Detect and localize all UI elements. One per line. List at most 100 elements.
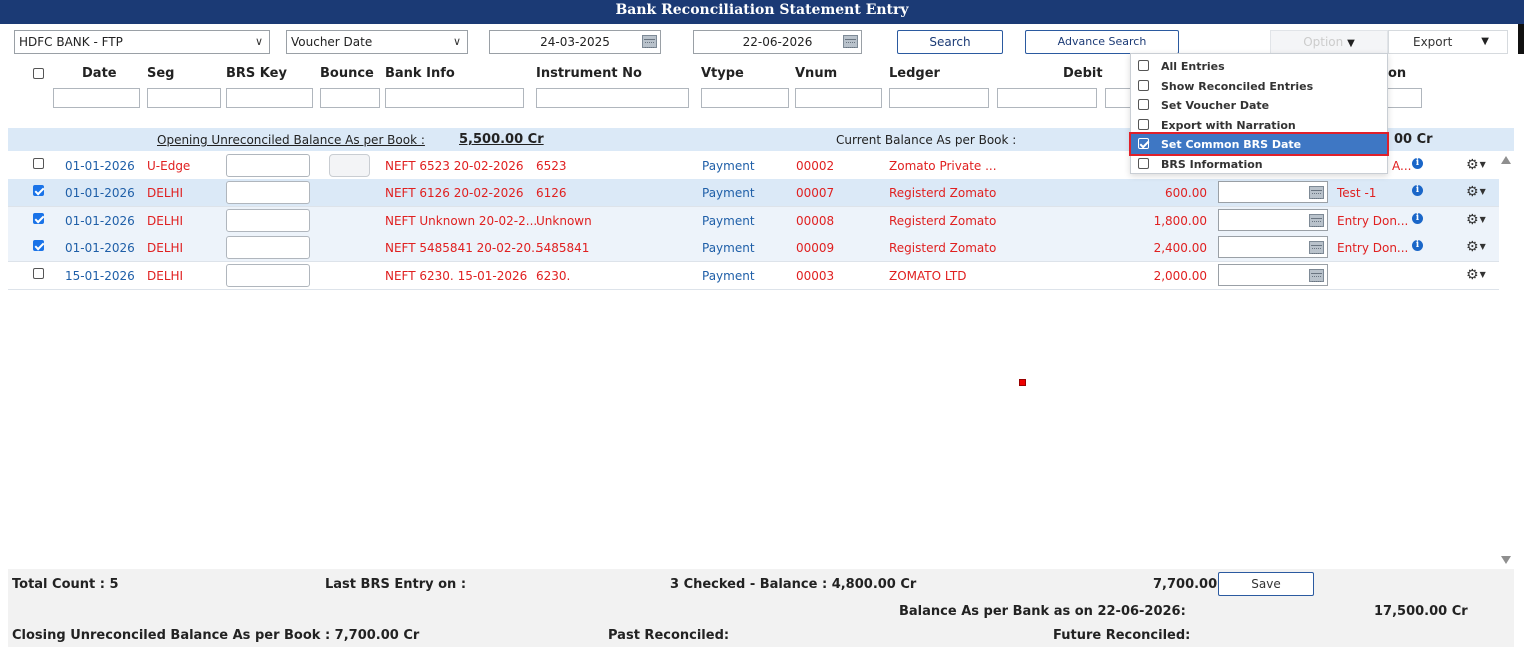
filter-narration-input[interactable] bbox=[1385, 88, 1422, 108]
col-vnum[interactable]: Vnum bbox=[795, 66, 837, 81]
col-ledger[interactable]: Ledger bbox=[889, 66, 940, 81]
gear-icon[interactable]: ⚙▼ bbox=[1466, 184, 1486, 200]
footer-panel: Total Count : 5 Last BRS Entry on : 3 Ch… bbox=[8, 569, 1514, 647]
row-date[interactable]: 01-01-2026 bbox=[65, 214, 135, 228]
filter-vnum-input[interactable] bbox=[795, 88, 882, 108]
save-button[interactable]: Save bbox=[1218, 572, 1314, 596]
table-row[interactable]: 01-01-2026 DELHI NEFT 5485841 20-02-20... 5… bbox=[8, 234, 1499, 262]
bank-select[interactable]: HDFC BANK - FTP ∨ bbox=[14, 30, 270, 54]
option-checkbox[interactable] bbox=[1138, 158, 1149, 169]
col-debit[interactable]: Debit bbox=[1063, 66, 1103, 81]
col-vtype[interactable]: Vtype bbox=[701, 66, 744, 81]
row-narration: Test -1 bbox=[1337, 186, 1377, 200]
table-scrollbar[interactable] bbox=[1500, 152, 1513, 568]
option-checkbox[interactable] bbox=[1138, 80, 1149, 91]
from-date-field[interactable]: 24-03-2025 bbox=[489, 30, 661, 54]
row-vtype[interactable]: Payment bbox=[702, 186, 755, 200]
calendar-icon[interactable] bbox=[1309, 186, 1324, 199]
date-type-select[interactable]: Voucher Date ∨ bbox=[286, 30, 468, 54]
gear-icon[interactable]: ⚙▼ bbox=[1466, 267, 1486, 283]
export-label: Export bbox=[1413, 35, 1453, 49]
filter-ledger-input[interactable] bbox=[889, 88, 989, 108]
filter-seg-input[interactable] bbox=[147, 88, 221, 108]
reconcile-date-field[interactable] bbox=[1218, 209, 1328, 231]
row-checkbox[interactable] bbox=[33, 240, 44, 251]
filter-brs-key-input[interactable] bbox=[226, 88, 313, 108]
gear-icon[interactable]: ⚙▼ bbox=[1466, 239, 1486, 255]
col-instrument-no[interactable]: Instrument No bbox=[536, 66, 642, 81]
row-vtype[interactable]: Payment bbox=[702, 269, 755, 283]
row-vtype[interactable]: Payment bbox=[702, 159, 755, 173]
gear-icon[interactable]: ⚙▼ bbox=[1466, 157, 1486, 173]
brs-key-input[interactable] bbox=[226, 154, 310, 177]
option-item[interactable]: Export with Narration bbox=[1131, 115, 1387, 135]
option-button[interactable]: Option ▼ bbox=[1270, 30, 1388, 54]
option-item[interactable]: BRS Information bbox=[1131, 154, 1387, 174]
info-icon[interactable]: i bbox=[1412, 240, 1423, 251]
option-item[interactable]: Set Voucher Date bbox=[1131, 95, 1387, 115]
filter-instrument-input[interactable] bbox=[536, 88, 689, 108]
reconcile-date-field[interactable] bbox=[1218, 236, 1328, 258]
option-item[interactable]: Set Common BRS Date bbox=[1129, 132, 1389, 156]
row-bank-info: NEFT 5485841 20-02-20... bbox=[385, 241, 543, 255]
calendar-icon[interactable] bbox=[1309, 241, 1324, 254]
calendar-icon[interactable] bbox=[642, 35, 657, 48]
select-all-checkbox[interactable] bbox=[33, 68, 44, 79]
row-checkbox[interactable] bbox=[33, 268, 44, 279]
option-label: Set Voucher Date bbox=[1161, 99, 1270, 112]
brs-key-input[interactable] bbox=[226, 209, 310, 232]
brs-key-input[interactable] bbox=[226, 264, 310, 287]
row-checkbox[interactable] bbox=[33, 158, 44, 169]
row-vtype[interactable]: Payment bbox=[702, 214, 755, 228]
bounce-toggle[interactable] bbox=[329, 154, 370, 177]
col-brs-key[interactable]: BRS Key bbox=[226, 66, 287, 81]
option-checkbox[interactable] bbox=[1138, 99, 1149, 110]
gear-icon[interactable]: ⚙▼ bbox=[1466, 212, 1486, 228]
reconcile-date-field[interactable] bbox=[1218, 264, 1328, 286]
search-button[interactable]: Search bbox=[897, 30, 1003, 54]
row-vtype[interactable]: Payment bbox=[702, 241, 755, 255]
row-checkbox[interactable] bbox=[33, 185, 44, 196]
row-date[interactable]: 01-01-2026 bbox=[65, 241, 135, 255]
filter-bank-info-input[interactable] bbox=[385, 88, 524, 108]
table-row[interactable]: 15-01-2026 DELHI NEFT 6230. 15-01-2026 6230… bbox=[8, 262, 1499, 290]
calendar-icon[interactable] bbox=[843, 35, 858, 48]
row-checkbox[interactable] bbox=[33, 213, 44, 224]
filter-debit-input[interactable] bbox=[997, 88, 1097, 108]
row-date[interactable]: 15-01-2026 bbox=[65, 269, 135, 283]
option-item[interactable]: Show Reconciled Entries bbox=[1131, 76, 1387, 96]
col-bank-info[interactable]: Bank Info bbox=[385, 66, 455, 81]
row-instrument: 5485841 bbox=[536, 241, 590, 255]
to-date-field[interactable]: 22-06-2026 bbox=[693, 30, 862, 54]
current-balance-label: Current Balance As per Book : bbox=[836, 133, 1017, 147]
row-date[interactable]: 01-01-2026 bbox=[65, 159, 135, 173]
filter-vtype-input[interactable] bbox=[701, 88, 789, 108]
info-icon[interactable]: i bbox=[1412, 158, 1423, 169]
table-row[interactable]: 01-01-2026 DELHI NEFT 6126 20-02-2026 6126 P… bbox=[8, 179, 1499, 207]
filter-bounce-input[interactable] bbox=[320, 88, 380, 108]
table-row[interactable]: 01-01-2026 DELHI NEFT Unknown 20-02-2... Un… bbox=[8, 207, 1499, 235]
option-checkbox[interactable] bbox=[1138, 119, 1149, 130]
col-date[interactable]: Date bbox=[82, 66, 117, 81]
col-bounce[interactable]: Bounce bbox=[320, 66, 374, 81]
calendar-icon[interactable] bbox=[1309, 269, 1324, 282]
brs-key-input[interactable] bbox=[226, 236, 310, 259]
row-date[interactable]: 01-01-2026 bbox=[65, 186, 135, 200]
row-vnum: 00007 bbox=[796, 186, 835, 200]
row-bank-info: NEFT 6126 20-02-2026 bbox=[385, 186, 524, 200]
option-item[interactable]: All Entries bbox=[1131, 56, 1387, 76]
scroll-up-icon[interactable] bbox=[1501, 156, 1511, 164]
col-seg[interactable]: Seg bbox=[147, 66, 175, 81]
reconcile-date-field[interactable] bbox=[1218, 181, 1328, 203]
advance-search-button[interactable]: Advance Search bbox=[1025, 30, 1179, 54]
info-icon[interactable]: i bbox=[1412, 185, 1423, 196]
export-button[interactable]: Export ▼ bbox=[1388, 30, 1508, 54]
filter-date-input[interactable] bbox=[53, 88, 140, 108]
calendar-icon[interactable] bbox=[1309, 214, 1324, 227]
option-checkbox[interactable] bbox=[1138, 138, 1149, 149]
option-checkbox[interactable] bbox=[1138, 60, 1149, 71]
scroll-down-icon[interactable] bbox=[1501, 556, 1511, 564]
col-narration[interactable]: on bbox=[1388, 66, 1406, 81]
brs-key-input[interactable] bbox=[226, 181, 310, 204]
info-icon[interactable]: i bbox=[1412, 213, 1423, 224]
